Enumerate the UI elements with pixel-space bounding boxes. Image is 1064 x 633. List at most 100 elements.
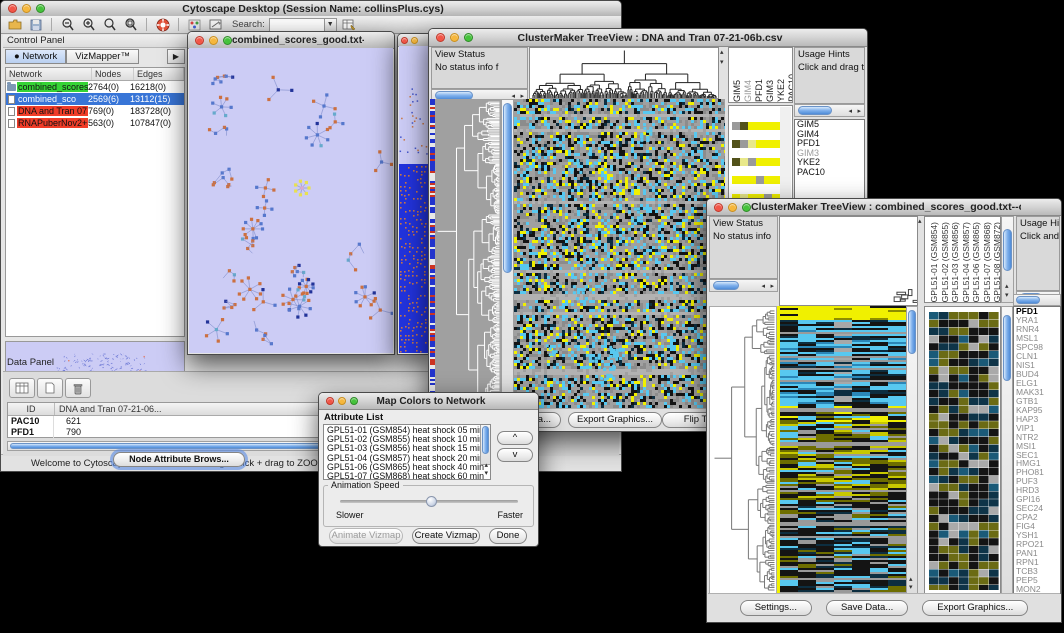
treeview1-titlebar[interactable]: ClusterMaker TreeView : DNA and Tran 07-… — [429, 29, 867, 47]
tv1-vscrollbar[interactable]: ▴ ▾ — [501, 99, 514, 409]
tv2-status-hscrollbar[interactable]: ◂ ▸ — [709, 279, 778, 292]
new-attribute-icon[interactable] — [37, 378, 63, 398]
tv1-usage-hscrollbar[interactable]: ◂ ▸ — [794, 104, 865, 117]
close-button[interactable] — [714, 203, 723, 212]
close-button[interactable] — [195, 36, 204, 45]
close-button[interactable] — [401, 37, 408, 44]
attribute-list-vscrollbar[interactable] — [480, 425, 490, 465]
data-panel-hscrollbar[interactable] — [7, 441, 343, 451]
tv1-button[interactable]: Export Graphics... — [568, 412, 662, 428]
network-table-header[interactable]: Network Nodes Edges — [6, 68, 184, 81]
tv1-column-dendrogram[interactable] — [529, 47, 719, 99]
zoom-button[interactable] — [742, 203, 751, 212]
summary-cell[interactable] — [764, 122, 772, 130]
tab-network[interactable]: ● Network — [5, 49, 66, 64]
summary-cell[interactable] — [732, 140, 740, 148]
minimize-button[interactable] — [338, 397, 346, 405]
tab-vizmapper[interactable]: VizMapper™ — [66, 49, 139, 64]
treeview2-titlebar[interactable]: ClusterMaker TreeView : combined_scores_… — [707, 199, 1061, 216]
close-button[interactable] — [436, 33, 445, 42]
zoom-out-icon[interactable] — [59, 18, 76, 32]
network-table-row[interactable]: combined_scores2764(0)16218(0) — [6, 81, 184, 93]
close-button[interactable] — [326, 397, 334, 405]
summary-cell[interactable] — [756, 158, 764, 166]
annotation-icon[interactable] — [207, 18, 224, 32]
minimize-button[interactable] — [411, 37, 418, 44]
col-network[interactable]: Network — [6, 68, 92, 80]
summary-cell[interactable] — [748, 158, 756, 166]
tv1-summary-heatmap[interactable] — [732, 122, 780, 170]
tv2-row-dendrogram[interactable] — [709, 306, 777, 594]
tab-overflow-button[interactable]: ▶ — [167, 49, 185, 64]
tv2-gene-list[interactable]: PFD1YRA1RNR4MSL1SPC98CLN1NIS1BUD4ELG1MAK… — [1013, 306, 1061, 594]
tv2-zoom-heatmap-panel[interactable] — [924, 306, 1001, 594]
summary-cell[interactable] — [756, 176, 764, 184]
tv2-genes-vscrollbar[interactable] — [1001, 306, 1013, 594]
summary-cell[interactable] — [764, 176, 772, 184]
zoom-in-icon[interactable] — [80, 18, 97, 32]
summary-cell[interactable] — [740, 122, 748, 130]
attribute-item[interactable]: GPL51-07 (GSM868) heat shock 60 min — [325, 472, 479, 480]
tv2-labels-vscrollbar[interactable]: ▴ ▾ — [1001, 216, 1014, 303]
tv2-global-heatmap[interactable] — [780, 306, 906, 594]
tv2-column-dendrogram[interactable] — [779, 216, 918, 306]
network-canvas[interactable] — [189, 48, 393, 353]
data-panel-row[interactable]: PFD1790 — [8, 427, 346, 438]
search-dropdown-arrow[interactable]: ▼ — [324, 19, 336, 31]
summary-cell[interactable] — [748, 122, 756, 130]
minimize-button[interactable] — [22, 4, 31, 13]
zoom-button[interactable] — [36, 4, 45, 13]
summary-cell[interactable] — [764, 158, 772, 166]
summary-cell[interactable] — [772, 140, 780, 148]
window-controls[interactable] — [8, 4, 45, 13]
summary-cell[interactable] — [756, 122, 764, 130]
summary-cell[interactable] — [732, 158, 740, 166]
zoom-button[interactable] — [464, 33, 473, 42]
move-up-button[interactable]: ^ — [497, 431, 533, 445]
network-table-row[interactable]: DNA and Tran 07769(0)183728(0) — [6, 105, 184, 117]
dialog-button-animate-vizmap[interactable]: Animate Vizmap — [329, 528, 403, 544]
summary-cell[interactable] — [732, 122, 740, 130]
main-titlebar[interactable]: Cytoscape Desktop (Session Name: collins… — [1, 1, 621, 17]
minimize-button[interactable] — [209, 36, 218, 45]
tv2-vscrollbar[interactable]: ▴ ▾ — [906, 306, 918, 594]
tv1-dendro-spinner[interactable]: ▴▾ — [720, 47, 727, 99]
attribute-list[interactable]: GPL51-01 (GSM854) heat shock 05 minGPL51… — [323, 424, 491, 480]
summary-cell[interactable] — [740, 176, 748, 184]
delete-attribute-icon[interactable] — [65, 378, 91, 398]
data-panel-row[interactable]: PAC10621 — [8, 416, 346, 427]
tv1-heatmap[interactable] — [514, 99, 725, 409]
list-scroll-up[interactable]: ▴ — [484, 462, 488, 469]
zoom-button[interactable] — [223, 36, 232, 45]
open-folder-icon[interactable] — [6, 18, 23, 32]
dialog-titlebar[interactable]: Map Colors to Network — [319, 393, 538, 410]
attribute-browser-table[interactable]: ID DNA and Tran 07-21-06... PAC10621PFD1… — [7, 402, 347, 438]
summary-cell[interactable] — [772, 176, 780, 184]
tv1-row-dendrogram[interactable] — [435, 99, 501, 409]
summary-cell[interactable] — [740, 158, 748, 166]
search-input[interactable]: ▼ — [269, 18, 337, 32]
minimize-button[interactable] — [450, 33, 459, 42]
dialog-button-create-vizmap[interactable]: Create Vizmap — [412, 528, 480, 544]
animation-speed-slider[interactable] — [340, 500, 518, 503]
list-scroll-down[interactable]: ▾ — [484, 470, 488, 477]
slider-thumb[interactable] — [426, 496, 437, 507]
move-down-button[interactable]: v — [497, 448, 533, 462]
network-view-titlebar[interactable]: combined_scores_good.txt--cluste... — [188, 32, 394, 49]
zoom-selected-icon[interactable] — [122, 18, 139, 32]
summary-cell[interactable] — [748, 140, 756, 148]
summary-cell[interactable] — [756, 140, 764, 148]
summary-cell[interactable] — [740, 140, 748, 148]
summary-cell[interactable] — [732, 176, 740, 184]
summary-cell[interactable] — [772, 122, 780, 130]
zoom-fit-icon[interactable] — [101, 18, 118, 32]
node-attribute-browser-button[interactable]: Node Attribute Brows... — [113, 452, 245, 467]
summary-cell[interactable] — [772, 158, 780, 166]
save-icon[interactable] — [27, 18, 44, 32]
help-lifering-icon[interactable] — [154, 18, 171, 32]
tv2-button[interactable]: Save Data... — [826, 600, 908, 616]
zoom-button[interactable] — [350, 397, 358, 405]
close-button[interactable] — [8, 4, 17, 13]
col-nodes[interactable]: Nodes — [92, 68, 134, 80]
dp-col-attr[interactable]: DNA and Tran 07-21-06... — [55, 403, 346, 415]
